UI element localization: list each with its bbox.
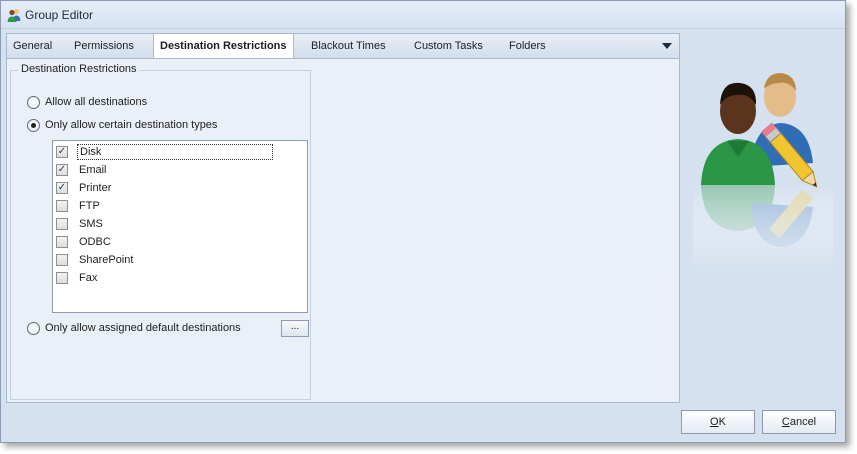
checkbox-email[interactable]: ✓ xyxy=(56,163,68,176)
radio-allow-all[interactable]: Allow all destinations xyxy=(27,94,147,110)
cancel-label: ancel xyxy=(789,416,817,428)
tab-panel-destination-restrictions: Destination Restrictions Allow all desti… xyxy=(6,58,680,403)
ok-mnemonic: O xyxy=(710,416,719,428)
tab-custom-tasks[interactable]: Custom Tasks xyxy=(408,34,489,58)
browse-destinations-button[interactable]: ... xyxy=(281,320,309,337)
tab-destination-restrictions[interactable]: Destination Restrictions xyxy=(153,33,294,59)
destination-types-list[interactable]: ✓ Disk ✓ Email ✓ Printer FTP SMS ODBC Sh… xyxy=(52,140,308,313)
title-bar: Group Editor xyxy=(1,1,845,29)
ok-button[interactable]: OK xyxy=(681,410,755,434)
list-item-odbc[interactable]: ODBC xyxy=(56,233,304,250)
radio-default-destinations-label: Only allow assigned default destinations xyxy=(45,322,241,334)
checkbox-sharepoint[interactable] xyxy=(56,253,68,266)
checkbox-disk[interactable]: ✓ xyxy=(56,145,68,158)
list-item-label: SharePoint xyxy=(79,253,134,266)
list-item-label: SMS xyxy=(79,217,103,230)
radio-default-destinations[interactable]: Only allow assigned default destinations xyxy=(27,320,241,336)
chevron-down-icon[interactable] xyxy=(662,43,672,49)
list-item-sharepoint[interactable]: SharePoint xyxy=(56,251,304,268)
cancel-mnemonic: C xyxy=(781,416,790,428)
checkbox-odbc[interactable] xyxy=(56,235,68,248)
checkbox-sms[interactable] xyxy=(56,217,68,230)
window-title: Group Editor xyxy=(25,8,94,22)
list-item-sms[interactable]: SMS xyxy=(56,215,304,232)
tab-blackout-times[interactable]: Blackout Times xyxy=(305,34,392,58)
radio-certain-types[interactable]: Only allow certain destination types xyxy=(27,117,217,133)
group-title: Destination Restrictions xyxy=(18,63,140,75)
checkbox-ftp[interactable] xyxy=(56,199,68,212)
list-item-printer[interactable]: ✓ Printer xyxy=(56,179,304,196)
radio-default-destinations-button[interactable] xyxy=(27,321,40,335)
ok-label: K xyxy=(718,416,726,428)
radio-certain-types-label: Only allow certain destination types xyxy=(45,119,218,131)
checkbox-fax[interactable] xyxy=(56,271,68,284)
tab-permissions[interactable]: Permissions xyxy=(68,34,140,58)
cancel-button[interactable]: Cancel xyxy=(762,410,836,434)
list-item-label: FTP xyxy=(79,199,100,212)
radio-allow-all-button[interactable] xyxy=(27,95,40,109)
tab-general[interactable]: General xyxy=(7,34,58,58)
list-item-ftp[interactable]: FTP xyxy=(56,197,304,214)
tab-strip: General Permissions Destination Restrict… xyxy=(6,33,680,59)
list-item-email[interactable]: ✓ Email xyxy=(56,161,304,178)
list-item-label: ODBC xyxy=(79,235,111,248)
list-item-label: Fax xyxy=(79,271,98,284)
list-item-disk[interactable]: ✓ Disk xyxy=(56,143,304,160)
users-edit-icon xyxy=(693,73,833,267)
tab-folders[interactable]: Folders xyxy=(503,34,552,58)
radio-allow-all-label: Allow all destinations xyxy=(45,96,148,108)
list-item-label: Disk xyxy=(77,143,273,160)
list-item-label: Printer xyxy=(79,181,112,194)
radio-certain-types-button[interactable] xyxy=(27,118,40,132)
list-item-label: Email xyxy=(79,163,107,176)
group-editor-window: Group Editor General Permissions Destina… xyxy=(0,0,846,443)
checkbox-printer[interactable]: ✓ xyxy=(56,181,68,194)
group-users-icon xyxy=(7,8,21,22)
destination-restrictions-group: Destination Restrictions Allow all desti… xyxy=(10,63,311,400)
list-item-fax[interactable]: Fax xyxy=(56,269,304,286)
